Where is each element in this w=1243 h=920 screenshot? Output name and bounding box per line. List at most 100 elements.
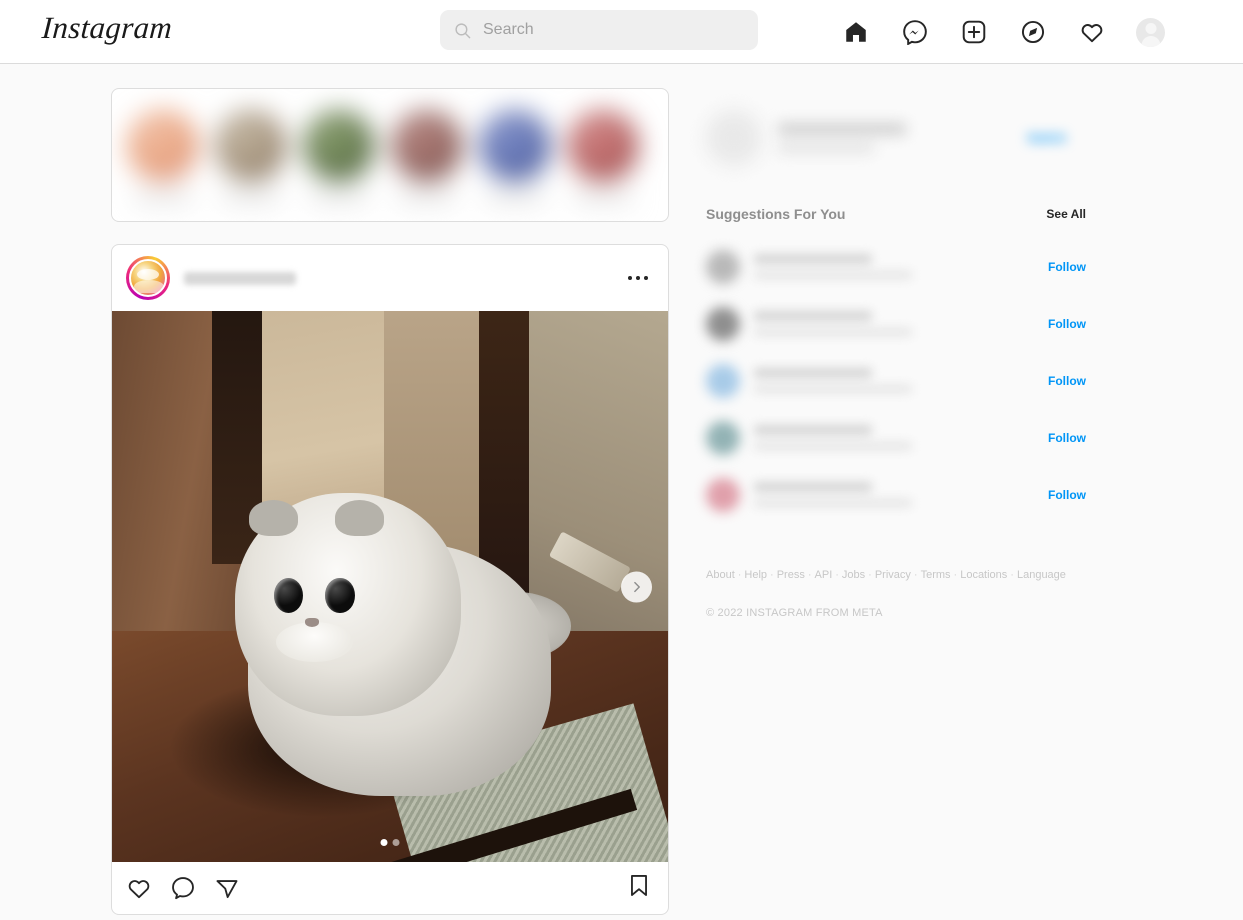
footer-link-jobs[interactable]: Jobs bbox=[842, 569, 865, 581]
carousel-dot-active[interactable] bbox=[380, 839, 388, 846]
suggestion-username bbox=[754, 425, 872, 435]
carousel-dot[interactable] bbox=[392, 839, 400, 846]
suggestion-row[interactable]: Follow bbox=[706, 238, 1088, 295]
post-image[interactable] bbox=[112, 311, 668, 862]
current-account-text bbox=[778, 123, 906, 153]
footer-link-api[interactable]: API bbox=[815, 569, 833, 581]
cat-subject bbox=[229, 487, 571, 796]
current-account-avatar[interactable] bbox=[706, 110, 762, 166]
plus-box-icon-glyph bbox=[962, 20, 986, 44]
search-input[interactable]: Search bbox=[440, 10, 758, 50]
cat-nose bbox=[305, 617, 319, 627]
comment-icon[interactable] bbox=[170, 875, 196, 901]
chevron-right-icon bbox=[634, 581, 640, 592]
compass-icon-glyph bbox=[1021, 20, 1045, 44]
story-item[interactable] bbox=[478, 105, 552, 202]
suggestion-subtitle bbox=[754, 385, 912, 393]
story-item[interactable] bbox=[566, 105, 640, 202]
footer-link-privacy[interactable]: Privacy bbox=[875, 569, 911, 581]
suggestion-subtitle bbox=[754, 499, 912, 507]
suggestion-row[interactable]: Follow bbox=[706, 466, 1088, 523]
suggestion-row[interactable]: Follow bbox=[706, 352, 1088, 409]
follow-button[interactable]: Follow bbox=[1048, 488, 1086, 502]
suggestion-text bbox=[754, 368, 912, 393]
suggestions-title: Suggestions For You bbox=[706, 206, 846, 222]
story-username bbox=[222, 193, 280, 202]
story-item[interactable] bbox=[302, 105, 376, 202]
suggestion-text bbox=[754, 482, 912, 507]
footer-link-help[interactable]: Help bbox=[744, 569, 767, 581]
suggestion-username bbox=[754, 254, 872, 264]
suggestion-avatar[interactable] bbox=[706, 420, 740, 455]
post-card bbox=[111, 244, 669, 915]
footer-links: About · Help · Press · API · Jobs · Privacy · Terms ·… bbox=[706, 569, 1066, 581]
share-icon[interactable] bbox=[214, 875, 240, 901]
suggestions-list: Follow Follow Follow Follow Follow bbox=[706, 238, 1088, 523]
suggestion-avatar[interactable] bbox=[706, 477, 740, 512]
stories-tray[interactable] bbox=[111, 88, 669, 222]
switch-account-button[interactable]: Switch bbox=[1027, 131, 1066, 145]
story-avatar bbox=[128, 111, 198, 181]
suggestion-row[interactable]: Follow bbox=[706, 295, 1088, 352]
home-icon[interactable] bbox=[841, 17, 871, 47]
footer-link-about[interactable]: About bbox=[706, 569, 735, 581]
story-avatar bbox=[392, 111, 462, 181]
home-icon-glyph bbox=[846, 22, 866, 42]
carousel-next-button[interactable] bbox=[621, 571, 652, 602]
app-header: Instagram Search bbox=[0, 0, 1243, 64]
suggestion-text bbox=[754, 425, 912, 450]
see-all-button[interactable]: See All bbox=[1046, 207, 1086, 221]
instagram-logo[interactable]: Instagram bbox=[41, 10, 174, 46]
suggestion-username bbox=[754, 311, 872, 321]
suggestion-text bbox=[754, 254, 912, 279]
explore-icon[interactable] bbox=[1018, 17, 1048, 47]
suggestion-row[interactable]: Follow bbox=[706, 409, 1088, 466]
cat-muzzle bbox=[275, 622, 353, 663]
post-author-avatar[interactable] bbox=[126, 256, 170, 300]
current-account-fullname bbox=[778, 143, 874, 153]
profile-avatar-icon[interactable] bbox=[1136, 17, 1165, 47]
follow-button[interactable]: Follow bbox=[1048, 317, 1086, 331]
follow-button[interactable]: Follow bbox=[1048, 374, 1086, 388]
messenger-icon[interactable] bbox=[900, 17, 930, 47]
story-username bbox=[134, 193, 192, 202]
footer-link-locations[interactable]: Locations bbox=[960, 569, 1007, 581]
cat-eye-right bbox=[325, 577, 355, 614]
messenger-icon-glyph bbox=[903, 20, 927, 45]
suggestion-username bbox=[754, 368, 872, 378]
post-username[interactable] bbox=[184, 271, 296, 285]
cat-ear-right bbox=[334, 500, 385, 536]
carousel-dots bbox=[380, 839, 400, 846]
story-item[interactable] bbox=[126, 105, 200, 202]
bookmark-icon bbox=[631, 875, 647, 896]
story-avatar bbox=[480, 111, 550, 181]
paper-plane-icon bbox=[216, 880, 238, 899]
footer-link-language[interactable]: Language bbox=[1017, 569, 1066, 581]
story-item[interactable] bbox=[214, 105, 288, 202]
suggestion-subtitle bbox=[754, 271, 912, 279]
suggestion-avatar[interactable] bbox=[706, 363, 740, 398]
current-account-row[interactable]: Switch bbox=[706, 108, 1088, 168]
current-account-username bbox=[778, 123, 906, 135]
more-options-icon[interactable] bbox=[628, 276, 648, 280]
follow-button[interactable]: Follow bbox=[1048, 260, 1086, 274]
footer-link-press[interactable]: Press bbox=[777, 569, 805, 581]
like-heart-icon[interactable] bbox=[126, 875, 152, 901]
story-item[interactable] bbox=[390, 105, 464, 202]
heart-outline-icon bbox=[128, 880, 150, 899]
footer-link-terms[interactable]: Terms bbox=[921, 569, 951, 581]
cat-eye-left bbox=[273, 577, 303, 614]
new-post-icon[interactable] bbox=[959, 17, 989, 47]
post-header bbox=[112, 245, 668, 311]
activity-heart-icon[interactable] bbox=[1077, 17, 1107, 47]
story-username bbox=[398, 193, 456, 202]
suggestion-avatar[interactable] bbox=[706, 249, 740, 284]
save-bookmark-icon[interactable] bbox=[626, 873, 652, 904]
sidebar: Switch Suggestions For You See All Follo… bbox=[706, 108, 1088, 619]
suggestion-subtitle bbox=[754, 442, 912, 450]
suggestion-avatar[interactable] bbox=[706, 306, 740, 341]
story-avatar bbox=[304, 111, 374, 181]
comment-bubble-icon bbox=[172, 877, 194, 900]
follow-button[interactable]: Follow bbox=[1048, 431, 1086, 445]
avatar-image bbox=[129, 259, 167, 297]
